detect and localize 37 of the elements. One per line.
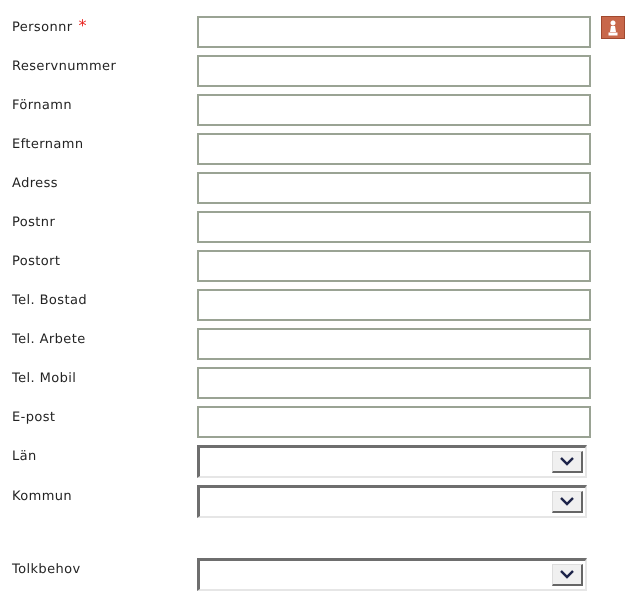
text-field[interactable]: [197, 367, 591, 399]
field-label: Efternamn: [12, 137, 84, 152]
text-field[interactable]: [197, 133, 591, 165]
field-label: Kommun: [12, 489, 72, 504]
field-label: Adress: [12, 176, 58, 191]
field-label: Tel. Arbete: [12, 332, 86, 347]
field-label: Postort: [12, 254, 60, 269]
text-field[interactable]: [197, 94, 591, 126]
chevron-down-icon: [560, 570, 574, 579]
dropdown[interactable]: [197, 558, 587, 591]
chevron-down-icon: [560, 457, 574, 466]
field-label: Tel. Bostad: [12, 293, 87, 308]
required-mark: *: [78, 16, 86, 35]
field-label: E-post: [12, 410, 56, 425]
text-field[interactable]: [197, 172, 591, 204]
field-label: Förnamn: [12, 98, 72, 113]
field-label: Personnr: [12, 20, 72, 35]
chevron-down-icon: [560, 497, 574, 506]
text-field[interactable]: [197, 250, 591, 282]
text-field[interactable]: [197, 406, 591, 438]
text-field[interactable]: [197, 16, 591, 48]
field-label: Reservnummer: [12, 59, 116, 74]
text-field[interactable]: [197, 55, 591, 87]
dropdown-button[interactable]: [552, 491, 583, 513]
dropdown-button[interactable]: [552, 564, 583, 586]
person-lookup-button[interactable]: [601, 16, 625, 39]
field-label: Tolkbehov: [12, 562, 81, 577]
field-label: Tel. Mobil: [12, 371, 76, 386]
dropdown[interactable]: [197, 445, 587, 478]
text-field[interactable]: [197, 328, 591, 360]
dropdown-button[interactable]: [552, 451, 583, 473]
text-field[interactable]: [197, 289, 591, 321]
dropdown[interactable]: [197, 485, 587, 518]
field-label: Län: [12, 449, 37, 464]
text-field[interactable]: [197, 211, 591, 243]
person-icon: [608, 20, 618, 36]
field-label: Postnr: [12, 215, 56, 230]
